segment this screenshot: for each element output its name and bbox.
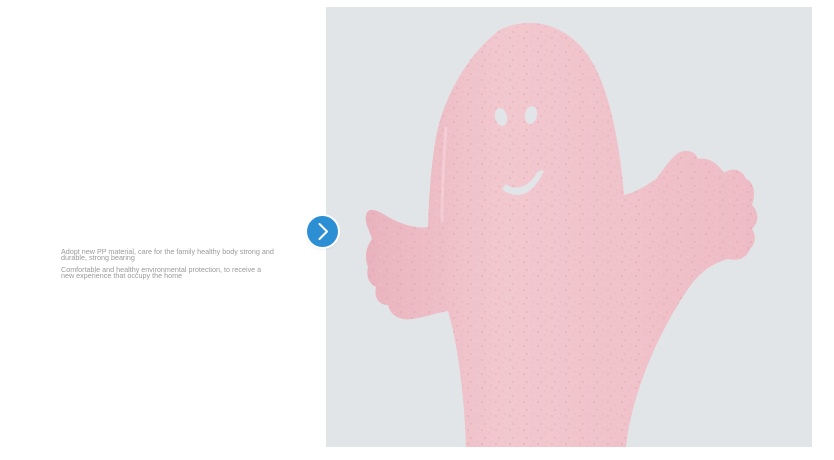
ghost-spoon-illustration xyxy=(365,22,758,447)
description-line-1: Adopt new PP material, care for the fami… xyxy=(61,247,274,263)
product-description: Adopt new PP material, care for the fami… xyxy=(61,247,276,284)
chevron-right-icon xyxy=(318,223,328,240)
description-line-2: Comfortable and healthy environmental pr… xyxy=(61,264,262,280)
next-button[interactable] xyxy=(307,216,338,247)
product-photo xyxy=(326,7,812,447)
